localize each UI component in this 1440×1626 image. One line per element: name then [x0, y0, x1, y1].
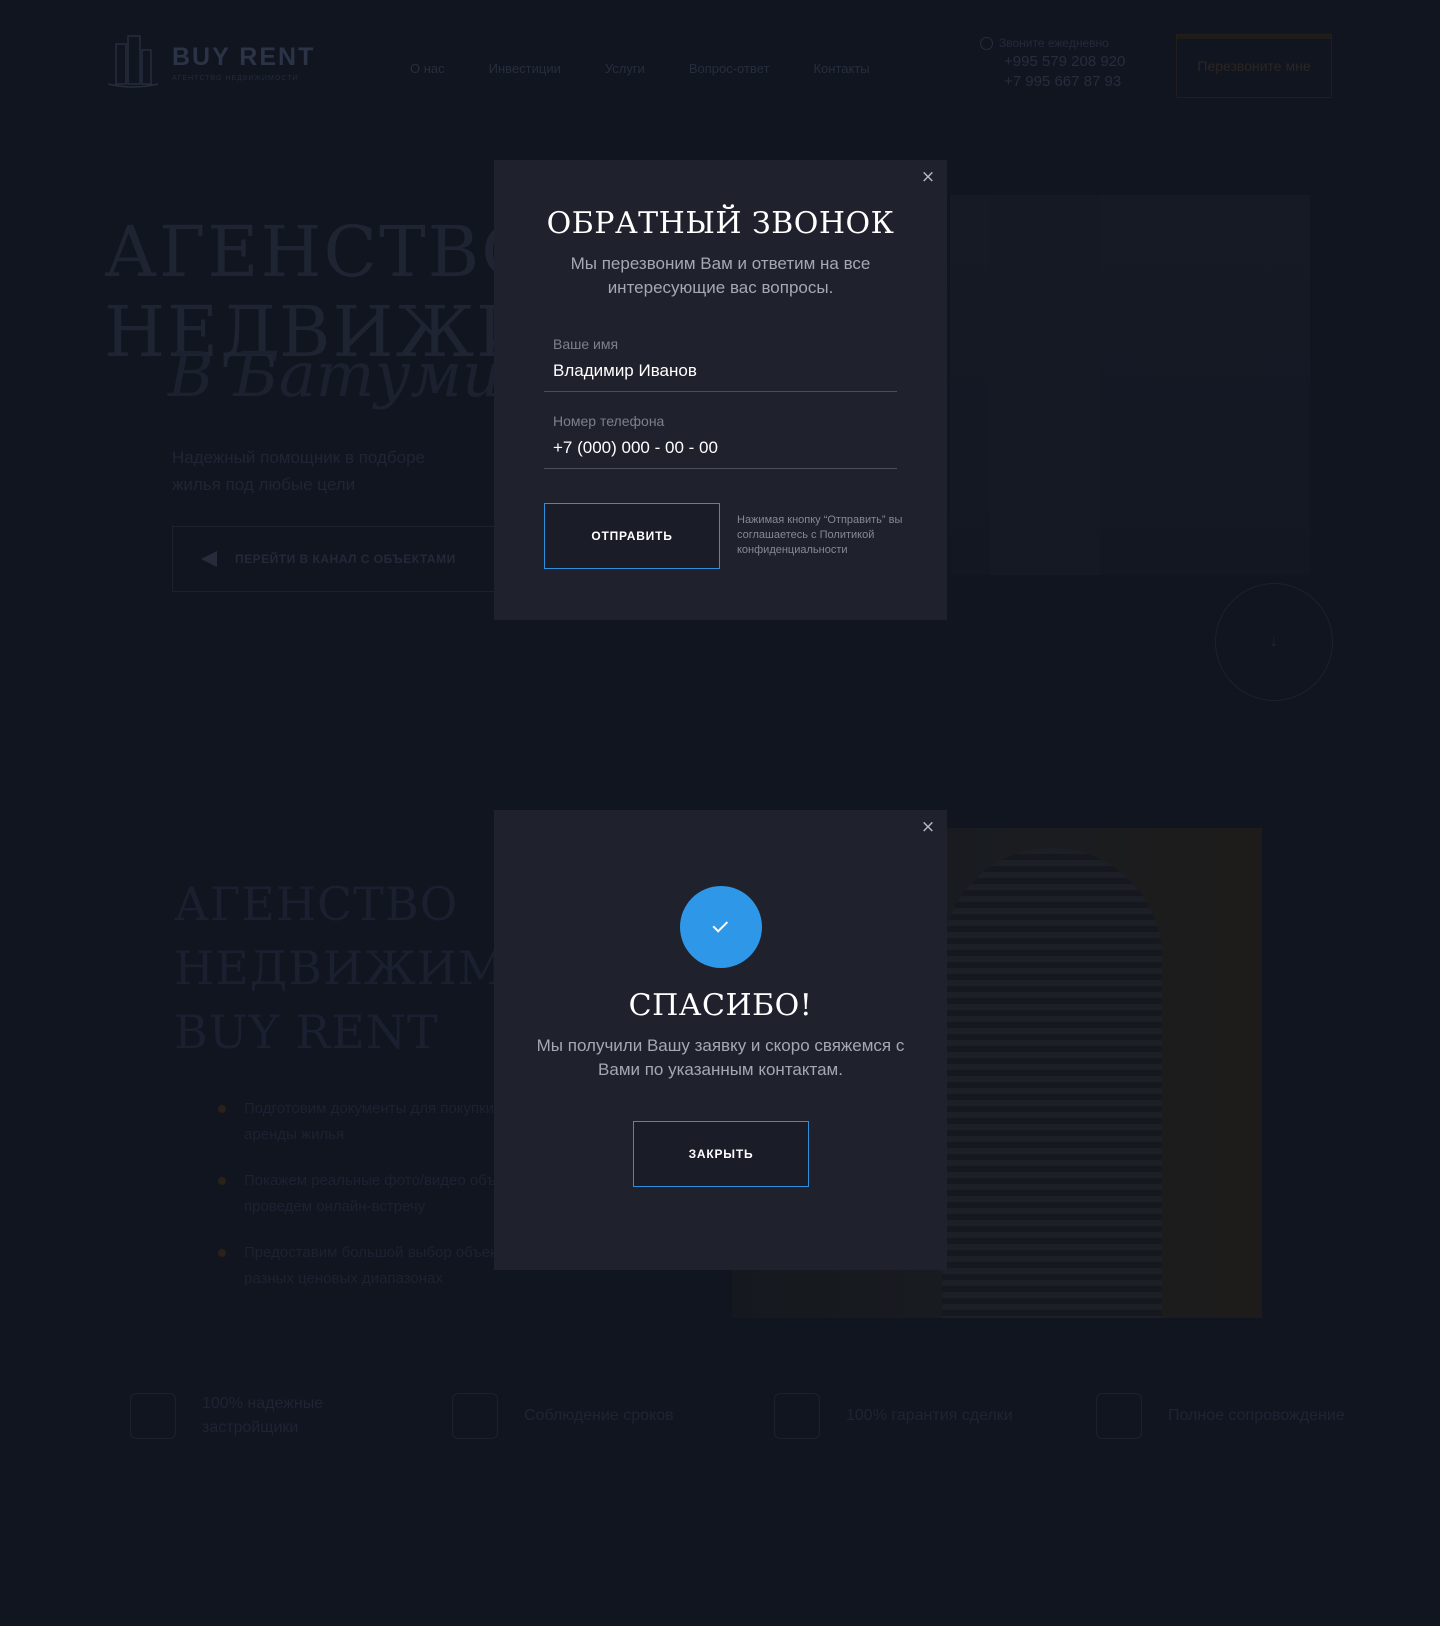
- nav-item-services[interactable]: Услуги: [605, 61, 645, 76]
- nav-item-contacts[interactable]: Контакты: [813, 61, 869, 76]
- header-contacts: Звоните ежедневно +995 579 208 920 +7 99…: [980, 36, 1125, 90]
- name-field: Ваше имя: [544, 336, 897, 392]
- thanks-description: Мы получили Вашу заявку и скоро свяжемся…: [536, 1036, 905, 1079]
- feature-item: 100% надежные застройщики: [130, 1392, 452, 1440]
- phone-input[interactable]: [553, 435, 888, 461]
- clock-icon: [980, 36, 993, 50]
- nav-item-investments[interactable]: Инвестиции: [489, 61, 561, 76]
- thanks-title: СПАСИБО!: [628, 988, 813, 1023]
- phone-field-label: Номер телефона: [553, 413, 665, 429]
- privacy-policy-note: Нажимая кнопку “Отправить” вы соглашаете…: [737, 514, 903, 556]
- about-list: Подготовим документы для покупки и аренд…: [218, 1096, 538, 1312]
- buildings-icon: [130, 1393, 176, 1439]
- telegram-icon: [201, 551, 217, 567]
- main-nav: О нас Инвестиции Услуги Вопрос-ответ Кон…: [410, 61, 870, 76]
- telegram-channel-button[interactable]: ПЕРЕЙТИ В КАНАЛ С ОБЪЕКТАМИ: [172, 526, 502, 592]
- logo[interactable]: BUY RENT АГЕНТСТВО НЕДВИЖИМОСТИ: [108, 34, 315, 90]
- callback-modal: × ОБРАТНЫЙ ЗВОНОК Мы перезвоним Вам и от…: [494, 160, 947, 620]
- working-hours: Звоните ежедневно: [999, 36, 1109, 50]
- phone-field: Номер телефона: [544, 413, 897, 469]
- list-item: Предоставим большой выбор объектов в раз…: [218, 1240, 538, 1292]
- header-callback-button[interactable]: Перезвоните мне: [1176, 34, 1332, 98]
- check-circle: [680, 886, 762, 968]
- tower-image: [942, 848, 1162, 1318]
- nav-item-faq[interactable]: Вопрос-ответ: [689, 61, 770, 76]
- modal-title: ОБРАТНЫЙ ЗВОНОК: [546, 206, 895, 241]
- nav-item-about[interactable]: О нас: [410, 61, 445, 76]
- hero-photo: [950, 195, 1310, 575]
- list-item: Покажем реальные фото/видео объектов, пр…: [218, 1168, 538, 1220]
- phone-2[interactable]: +7 995 667 87 93: [1004, 73, 1125, 90]
- telegram-button-label: ПЕРЕЙТИ В КАНАЛ С ОБЪЕКТАМИ: [235, 552, 456, 566]
- document-icon: [774, 1393, 820, 1439]
- buildings-logo-icon: [108, 35, 158, 88]
- logo-title: BUY RENT: [172, 42, 316, 71]
- name-input[interactable]: [553, 358, 888, 384]
- modal-description: Мы перезвоним Вам и ответим на все интер…: [570, 254, 871, 297]
- scroll-down-button[interactable]: ↓: [1215, 583, 1333, 701]
- list-item: Подготовим документы для покупки и аренд…: [218, 1096, 538, 1148]
- close-button[interactable]: ЗАКРЫТЬ: [633, 1121, 809, 1187]
- hero-subtitle: Надежный помощник в подборе жилья под лю…: [172, 448, 426, 494]
- submit-button[interactable]: ОТПРАВИТЬ: [544, 503, 720, 569]
- phone-1[interactable]: +995 579 208 920: [1004, 53, 1125, 70]
- feature-item: Соблюдение сроков: [452, 1392, 774, 1440]
- handshake-icon: [1096, 1393, 1142, 1439]
- hero-script-title: В Батуми: [168, 338, 502, 411]
- check-icon: [712, 917, 729, 933]
- feature-item: Полное сопровождение: [1096, 1392, 1418, 1440]
- calendar-icon: [452, 1393, 498, 1439]
- features-row: 100% надежные застройщики Соблюдение сро…: [130, 1392, 1418, 1440]
- name-field-label: Ваше имя: [553, 336, 619, 352]
- feature-item: 100% гарантия сделки: [774, 1392, 1096, 1440]
- logo-subtitle: АГЕНТСТВО НЕДВИЖИМОСТИ: [172, 74, 299, 82]
- close-icon[interactable]: ×: [919, 818, 937, 836]
- close-icon[interactable]: ×: [919, 168, 937, 186]
- thanks-modal: × СПАСИБО! Мы получили Вашу заявку и ско…: [494, 810, 947, 1270]
